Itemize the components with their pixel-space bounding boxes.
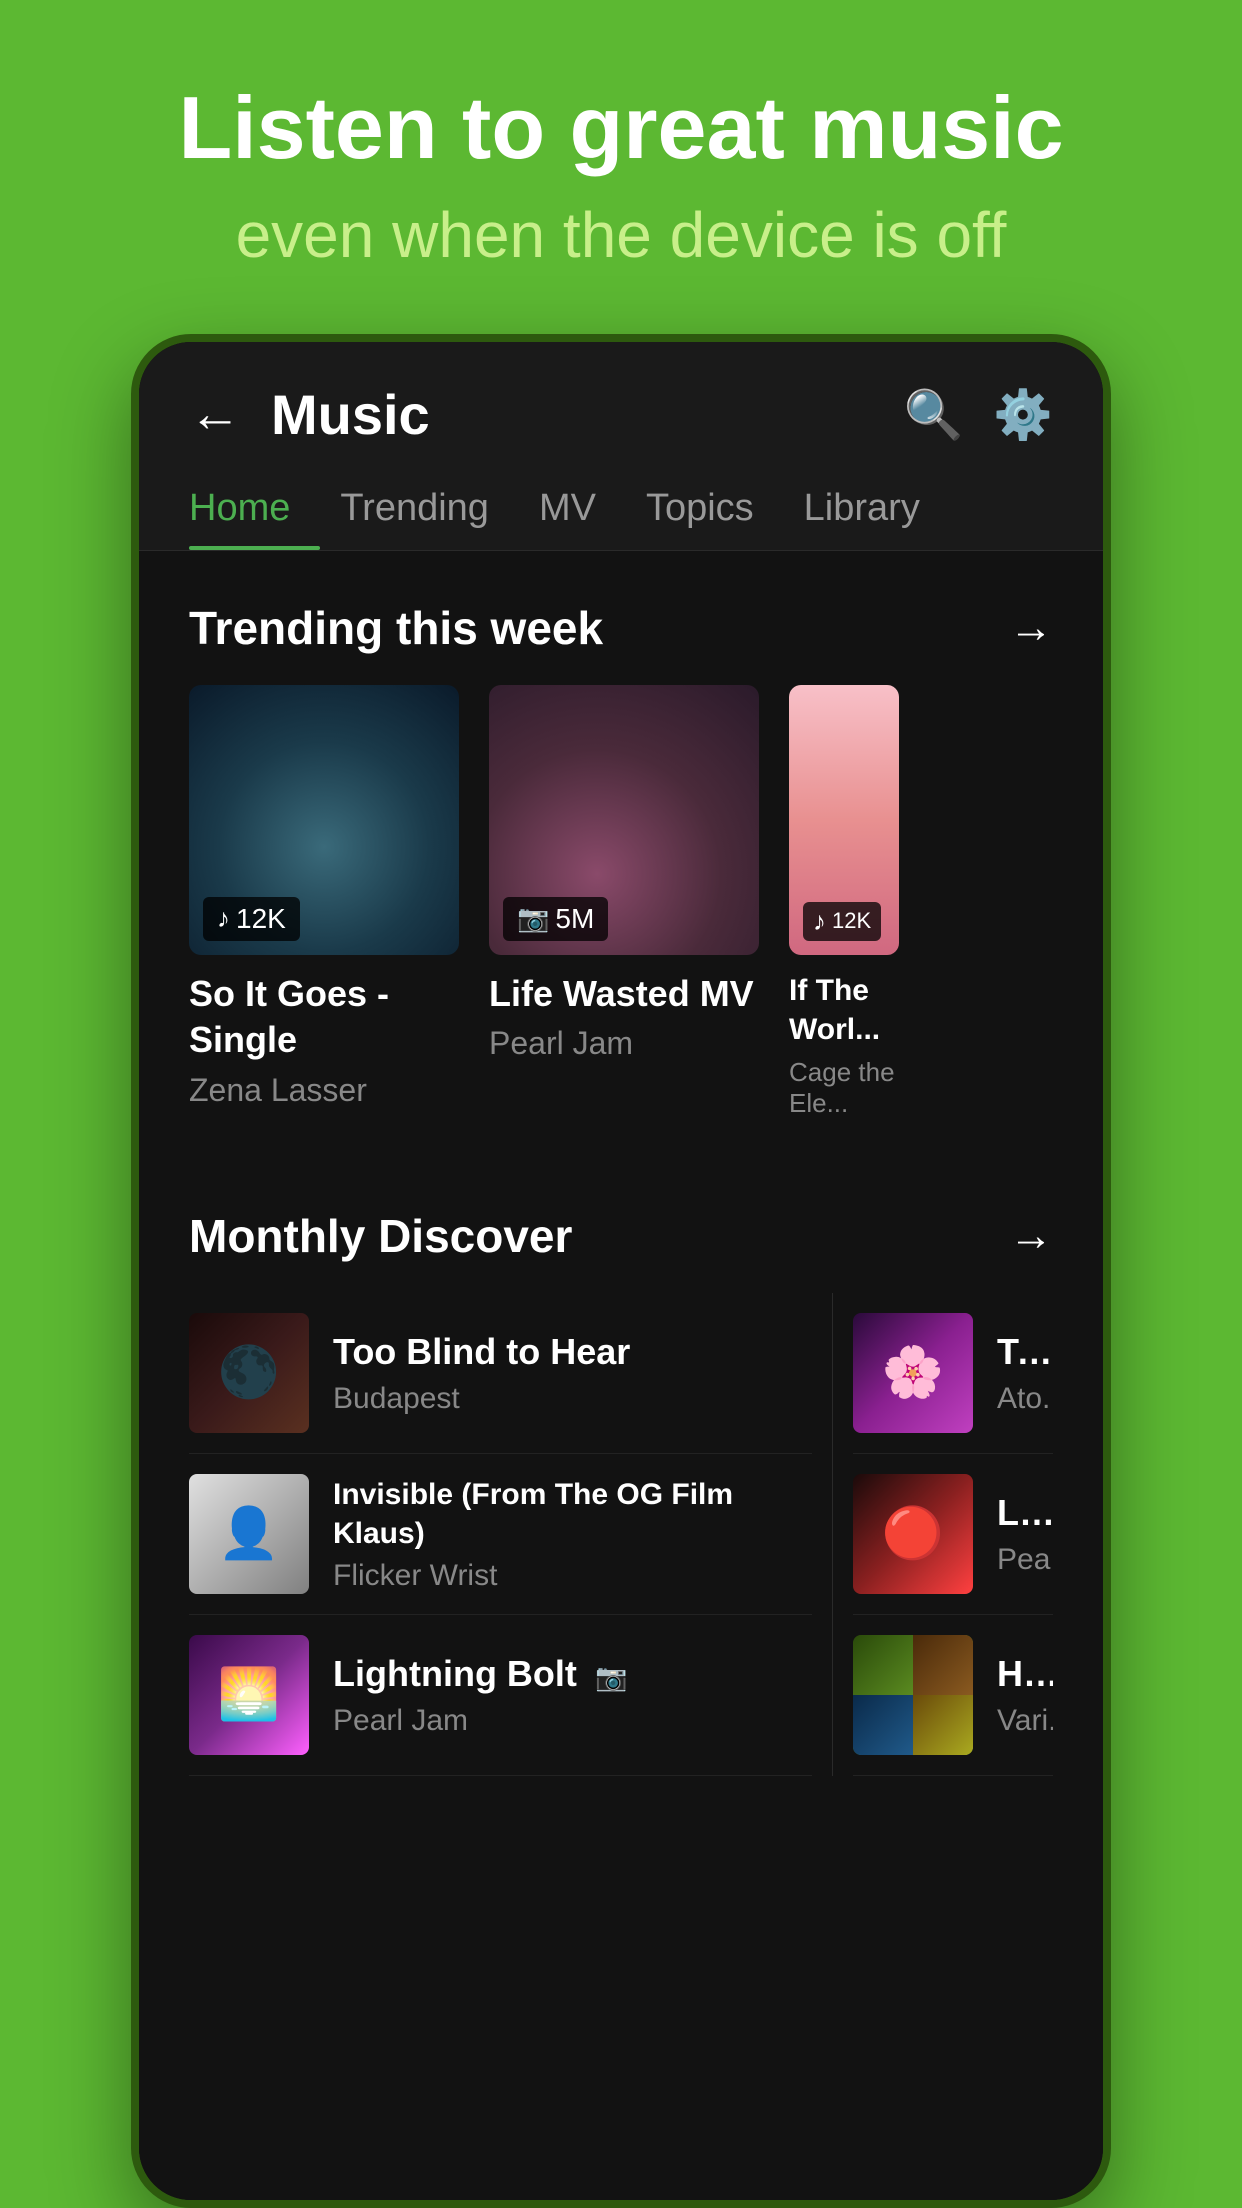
tab-topics[interactable]: Topics [646, 467, 784, 550]
music-note-icon-2: ♪ [813, 906, 826, 937]
tab-trending[interactable]: Trending [340, 467, 519, 550]
back-button[interactable]: ← [189, 384, 241, 444]
trending-title: Trending this week [189, 601, 603, 655]
monthly-artist-2: Flicker Wrist [333, 1559, 812, 1593]
monthly-right-thumb-1: 🌸 [853, 1313, 973, 1433]
trending-scroll: ♪ 12K So It Goes - Single Zena Lasser 📷 … [139, 685, 1103, 1159]
trending-card-1[interactable]: ♪ 12K So It Goes - Single Zena Lasser [189, 685, 459, 1119]
mv-icon-3: 📷 [595, 1662, 627, 1692]
top-bar: ← Music 🔍 ⚙️ [139, 342, 1103, 467]
card-artist-2: Pearl Jam [489, 1025, 759, 1062]
monthly-right-title-1: Too... [997, 1329, 1053, 1376]
monthly-thumb-3: 🌅 [189, 1635, 309, 1755]
monthly-thumb-1: 🌑 [189, 1313, 309, 1433]
monthly-artist-3: Pearl Jam [333, 1704, 812, 1738]
trending-arrow[interactable]: → [1009, 603, 1053, 653]
card-title-2: Life Wasted MV [489, 971, 759, 1018]
monthly-right-artist-2: Pea... [997, 1543, 1053, 1577]
monthly-right-info-2: Ligh... Pea... [997, 1490, 1053, 1577]
monthly-right-title-3: Hot... [997, 1651, 1053, 1698]
tab-home[interactable]: Home [189, 467, 320, 550]
monthly-right-thumb-2: 🔴 [853, 1474, 973, 1594]
monthly-title: Monthly Discover [189, 1209, 572, 1263]
monthly-right-artist-3: Vari... [997, 1704, 1053, 1738]
tab-library[interactable]: Library [804, 467, 950, 550]
card-badge-2: 📷 5M [503, 897, 608, 941]
settings-icon[interactable]: ⚙️ [993, 386, 1053, 443]
hero-title: Listen to great music [60, 80, 1182, 177]
monthly-right-info-1: Too... Ato... [997, 1329, 1053, 1416]
monthly-list: 🌑 Too Blind to Hear Budapest 👤 [139, 1293, 1103, 1776]
trending-card-3[interactable]: ♪ 12K If The Worl... Cage the Ele... [789, 685, 899, 1119]
hero-section: Listen to great music even when the devi… [0, 0, 1242, 334]
monthly-info-2: Invisible (From The OG Film Klaus) Flick… [333, 1475, 812, 1593]
monthly-left-col: 🌑 Too Blind to Hear Budapest 👤 [189, 1293, 812, 1776]
col-divider [832, 1293, 833, 1776]
video-icon: 📷 [517, 903, 549, 934]
monthly-right-artist-1: Ato... [997, 1382, 1053, 1416]
monthly-title-3: Lightning Bolt 📷 [333, 1651, 812, 1698]
monthly-info-3: Lightning Bolt 📷 Pearl Jam [333, 1651, 812, 1738]
monthly-right-col: 🌸 Too... Ato... 🔴 Ligh... [853, 1293, 1053, 1776]
monthly-artist-1: Budapest [333, 1382, 812, 1416]
search-icon[interactable]: 🔍 [903, 386, 963, 443]
card-artist-3: Cage the Ele... [789, 1057, 899, 1119]
phone-screen: ← Music 🔍 ⚙️ Home Trending MV Topics Lib… [139, 342, 1103, 2200]
monthly-item-1[interactable]: 🌑 Too Blind to Hear Budapest [189, 1293, 812, 1454]
card-badge-3: ♪ 12K [803, 902, 881, 941]
tab-mv[interactable]: MV [539, 467, 626, 550]
page-title: Music [271, 382, 903, 447]
music-note-icon: ♪ [217, 903, 230, 934]
monthly-right-item-2[interactable]: 🔴 Ligh... Pea... [853, 1454, 1053, 1615]
monthly-item-2[interactable]: 👤 Invisible (From The OG Film Klaus) Fli… [189, 1454, 812, 1615]
monthly-thumb-2: 👤 [189, 1474, 309, 1594]
monthly-right-info-3: Hot... Vari... [997, 1651, 1053, 1738]
monthly-info-1: Too Blind to Hear Budapest [333, 1329, 812, 1416]
trending-section-header: Trending this week → [139, 551, 1103, 685]
nav-tabs: Home Trending MV Topics Library [139, 467, 1103, 551]
content-area: Trending this week → ♪ 12K So It Goes - … [139, 551, 1103, 2200]
monthly-section-header: Monthly Discover → [139, 1159, 1103, 1293]
trending-card-2[interactable]: 📷 5M Life Wasted MV Pearl Jam [489, 685, 759, 1119]
card-title-1: So It Goes - Single [189, 971, 459, 1065]
card-artist-1: Zena Lasser [189, 1072, 459, 1109]
monthly-title-2: Invisible (From The OG Film Klaus) [333, 1475, 812, 1553]
monthly-right-title-2: Ligh... [997, 1490, 1053, 1537]
phone-wrapper: ← Music 🔍 ⚙️ Home Trending MV Topics Lib… [131, 334, 1111, 2208]
monthly-right-item-1[interactable]: 🌸 Too... Ato... [853, 1293, 1053, 1454]
monthly-right-thumb-3 [853, 1635, 973, 1755]
card-badge-1: ♪ 12K [203, 897, 300, 941]
card-title-3: If The Worl... [789, 971, 899, 1049]
monthly-arrow[interactable]: → [1009, 1211, 1053, 1261]
top-icons: 🔍 ⚙️ [903, 386, 1053, 443]
monthly-right-item-3[interactable]: Hot... Vari... [853, 1615, 1053, 1776]
monthly-item-3[interactable]: 🌅 Lightning Bolt 📷 Pearl Jam [189, 1615, 812, 1776]
hero-subtitle: even when the device is off [60, 197, 1182, 274]
monthly-title-1: Too Blind to Hear [333, 1329, 812, 1376]
